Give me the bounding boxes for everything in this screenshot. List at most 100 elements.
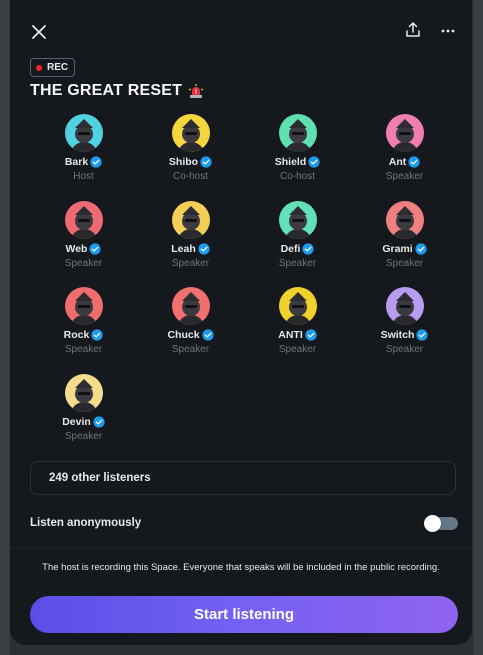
more-options-button[interactable] — [440, 22, 460, 42]
avatar — [278, 114, 317, 152]
avatar — [278, 200, 317, 239]
participant-role: Speaker — [385, 257, 424, 269]
participant-role: Speaker — [278, 344, 317, 355]
participant-name-row: Ant — [351, 156, 458, 168]
avatar — [64, 200, 103, 239]
verified-badge-icon — [198, 242, 210, 255]
verified-badge-icon — [308, 156, 320, 168]
other-listeners-row[interactable]: 249 other listeners — [30, 461, 456, 495]
participant-name-row: Bark — [30, 156, 137, 168]
participant-name: Web — [65, 242, 88, 255]
verified-badge-icon — [408, 156, 420, 168]
participant-ant[interactable]: Ant Speaker — [351, 114, 458, 182]
verified-badge-icon — [89, 242, 102, 255]
avatar — [64, 114, 103, 152]
participant-name-row: Web — [30, 243, 137, 255]
participant-role: Speaker — [64, 430, 103, 442]
verified-badge-icon — [200, 156, 212, 168]
participant-name: Shibo — [168, 156, 199, 168]
participant-role: Speaker — [171, 344, 210, 355]
verified-badge-icon — [90, 156, 102, 168]
backdrop-edge-right — [473, 0, 483, 655]
participant-name-row: Switch — [351, 329, 458, 341]
participant-grami[interactable]: Grami Speaker — [351, 200, 458, 269]
participant-name-row: Shield — [244, 156, 351, 168]
divider — [10, 548, 472, 549]
participant-shibo[interactable]: Shibo Co-host — [137, 114, 244, 182]
participant-name: Grami — [382, 242, 413, 255]
share-button[interactable] — [405, 22, 425, 42]
space-modal: REC THE GREAT RESET Bark Host Shibo Co-host… — [10, 0, 472, 645]
verified-badge-icon — [305, 329, 317, 341]
close-icon — [32, 25, 46, 39]
participant-role: Co-host — [172, 171, 208, 182]
recording-dot-icon — [36, 64, 42, 71]
participant-name-row: Defi — [244, 243, 351, 255]
participant-name-row: Grami — [351, 243, 458, 255]
participant-switch[interactable]: Switch Speaker — [351, 287, 458, 355]
recording-label: REC — [47, 62, 69, 73]
participant-devin[interactable]: Devin Speaker — [30, 373, 137, 442]
verified-badge-icon — [415, 242, 427, 255]
participant-role: Co-host — [279, 171, 315, 182]
participant-name: ANTI — [278, 329, 303, 341]
verified-badge-icon — [93, 415, 105, 428]
participant-name: Bark — [64, 156, 89, 168]
avatar — [385, 200, 424, 239]
more-icon — [441, 29, 455, 33]
participant-name: Ant — [388, 156, 407, 168]
participant-chuck[interactable]: Chuck Speaker — [137, 287, 244, 355]
participant-name: Devin — [62, 415, 91, 428]
participant-role: Speaker — [385, 344, 424, 355]
participant-role: Speaker — [64, 344, 103, 355]
verified-badge-icon — [302, 242, 315, 255]
participant-name: Chuck — [167, 329, 200, 341]
participant-name: Shield — [274, 156, 307, 168]
participant-role: Speaker — [385, 171, 424, 182]
space-title-text: THE GREAT RESET — [30, 82, 183, 99]
participant-anti[interactable]: ANTI Speaker — [244, 287, 351, 355]
participant-role: Speaker — [64, 257, 103, 269]
avatar — [64, 373, 103, 412]
participant-name-row: ANTI — [244, 329, 351, 341]
verified-badge-icon — [91, 329, 103, 341]
listen-anonymously-label: Listen anonymously — [30, 517, 142, 529]
other-listeners-label: 249 other listeners — [49, 472, 151, 484]
participant-bark[interactable]: Bark Host — [30, 114, 137, 182]
participant-name-row: Shibo — [137, 156, 244, 168]
participant-leah[interactable]: Leah Speaker — [137, 200, 244, 269]
participant-name-row: Rock — [30, 329, 137, 341]
participant-role: Speaker — [278, 257, 317, 269]
siren-icon — [188, 84, 204, 98]
participant-defi[interactable]: Defi Speaker — [244, 200, 351, 269]
recording-badge: REC — [30, 58, 76, 77]
listen-anonymously-row: Listen anonymously — [30, 514, 458, 534]
recording-notice: The host is recording this Space. Everyo… — [42, 562, 440, 573]
participant-name: Defi — [280, 242, 301, 255]
participant-name-row: Chuck — [137, 329, 244, 341]
participant-name: Rock — [63, 329, 90, 341]
participant-name: Switch — [380, 329, 415, 341]
participant-shield[interactable]: Shield Co-host — [244, 114, 351, 182]
participant-web[interactable]: Web Speaker — [30, 200, 137, 269]
modal-topbar — [10, 0, 472, 60]
avatar — [64, 287, 103, 325]
avatar — [171, 200, 210, 239]
avatar — [171, 287, 210, 325]
participant-name-row: Devin — [30, 416, 137, 428]
participant-role: Host — [73, 171, 94, 182]
participant-name: Leah — [171, 242, 196, 255]
space-title: THE GREAT RESET — [30, 82, 204, 100]
close-button[interactable] — [28, 21, 50, 43]
avatar — [385, 287, 424, 325]
avatar — [278, 287, 317, 325]
participant-rock[interactable]: Rock Speaker — [30, 287, 137, 355]
start-listening-button[interactable]: Start listening — [30, 596, 458, 633]
verified-badge-icon — [416, 329, 429, 341]
verified-badge-icon — [201, 329, 214, 341]
avatar — [171, 114, 210, 152]
listen-anonymously-toggle[interactable] — [424, 515, 458, 532]
participant-role: Speaker — [171, 257, 210, 269]
participant-name-row: Leah — [137, 243, 244, 255]
avatar — [385, 114, 424, 152]
